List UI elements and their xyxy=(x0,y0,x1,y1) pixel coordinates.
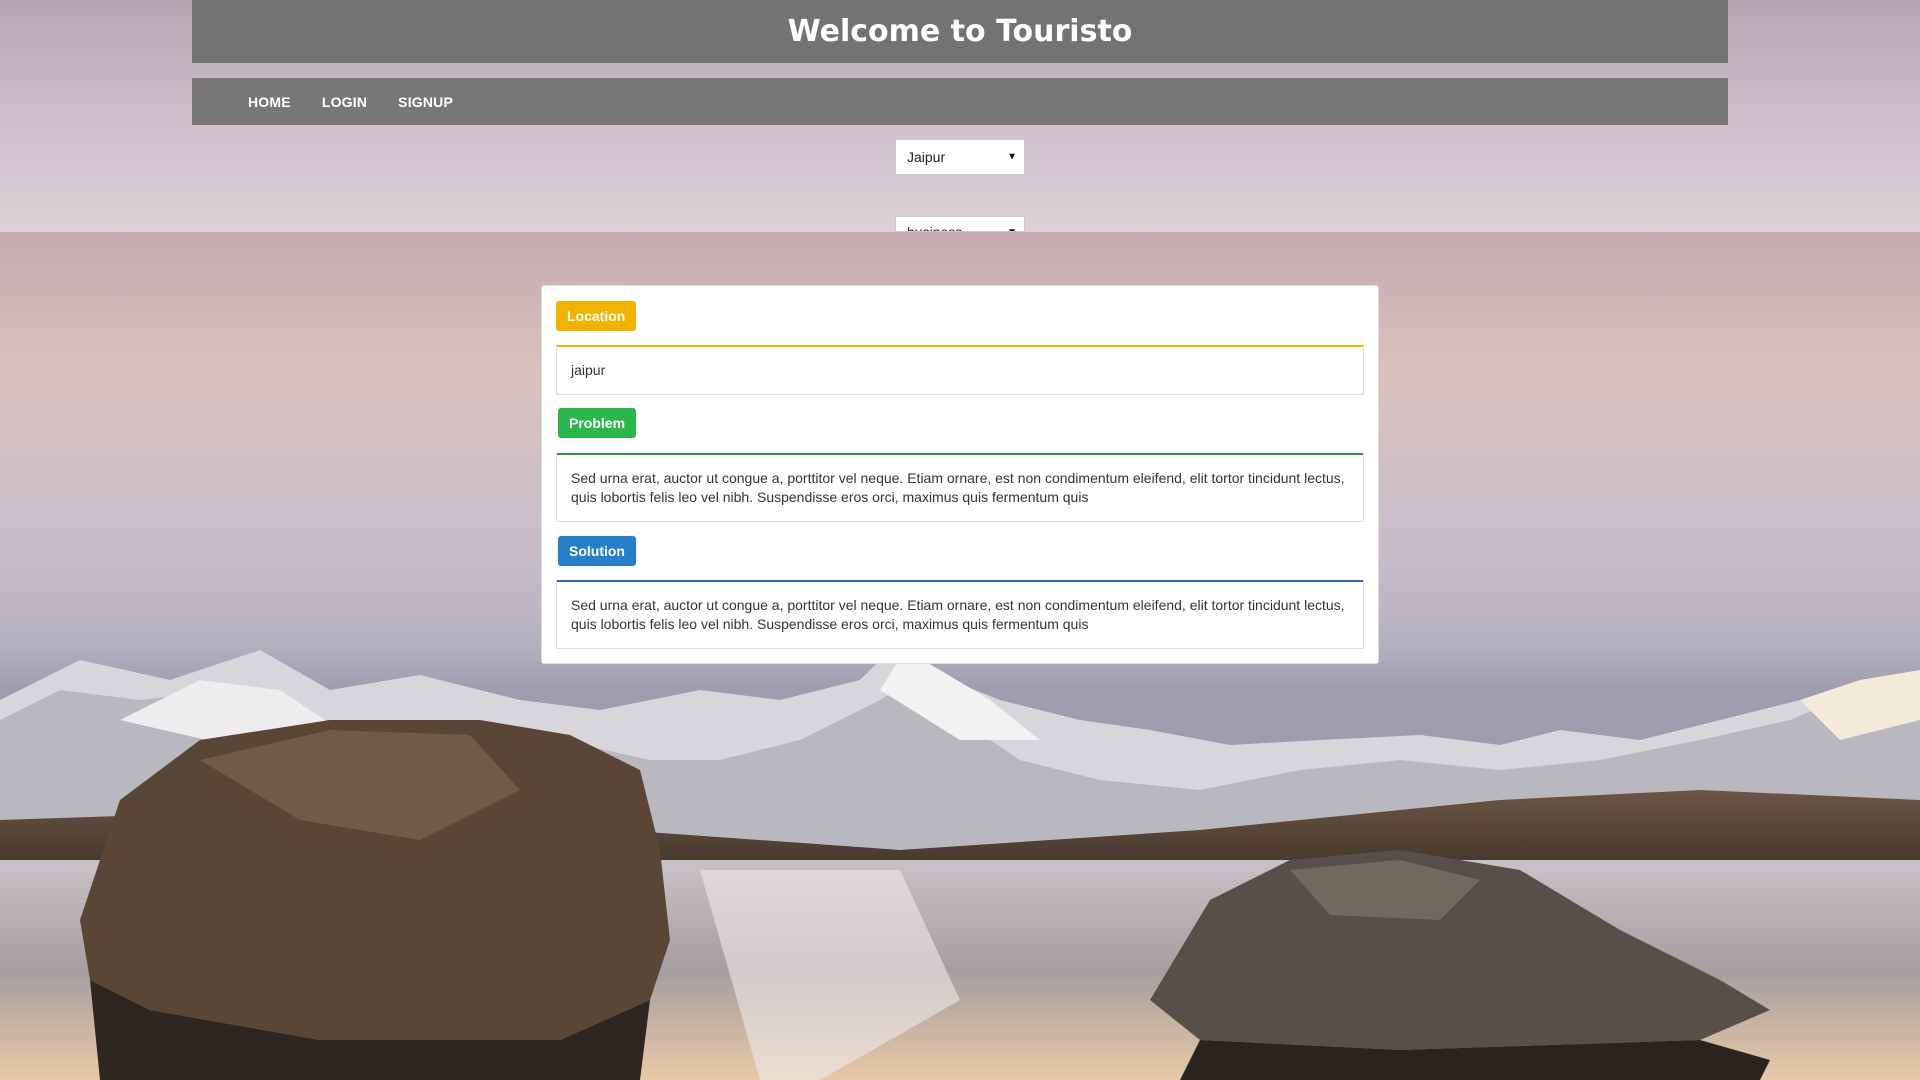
location-label: Location xyxy=(556,301,637,331)
caret-down-icon: ▼ xyxy=(1007,151,1017,163)
location-value: jaipur xyxy=(571,362,606,378)
problem-text: Sed urna erat, auctor ut congue a, portt… xyxy=(571,470,1345,505)
solution-text: Sed urna erat, auctor ut congue a, portt… xyxy=(571,597,1345,632)
issue-card: Location jaipur Problem Sed urna erat, a… xyxy=(541,285,1379,664)
nav-signup-link[interactable]: SIGNUP xyxy=(398,94,453,110)
main-nav: HOME LOGIN SIGNUP xyxy=(192,78,1728,125)
solution-field: Sed urna erat, auctor ut congue a, portt… xyxy=(556,580,1364,649)
city-select[interactable]: Jaipur ▼ xyxy=(895,139,1025,175)
city-select-value: Jaipur xyxy=(907,149,946,165)
page-title: Welcome to Touristo xyxy=(787,14,1133,49)
category-select[interactable]: business ▼ xyxy=(895,216,1025,232)
solution-label: Solution xyxy=(558,536,636,566)
category-select-value: business xyxy=(907,224,963,232)
problem-field: Sed urna erat, auctor ut congue a, portt… xyxy=(556,453,1364,522)
site-header: Welcome to Touristo xyxy=(192,0,1728,63)
nav-login-link[interactable]: LOGIN xyxy=(322,94,367,110)
nav-home-link[interactable]: HOME xyxy=(248,94,291,110)
problem-label: Problem xyxy=(558,408,637,438)
caret-down-icon: ▼ xyxy=(1007,227,1017,231)
location-field: jaipur xyxy=(556,345,1364,395)
